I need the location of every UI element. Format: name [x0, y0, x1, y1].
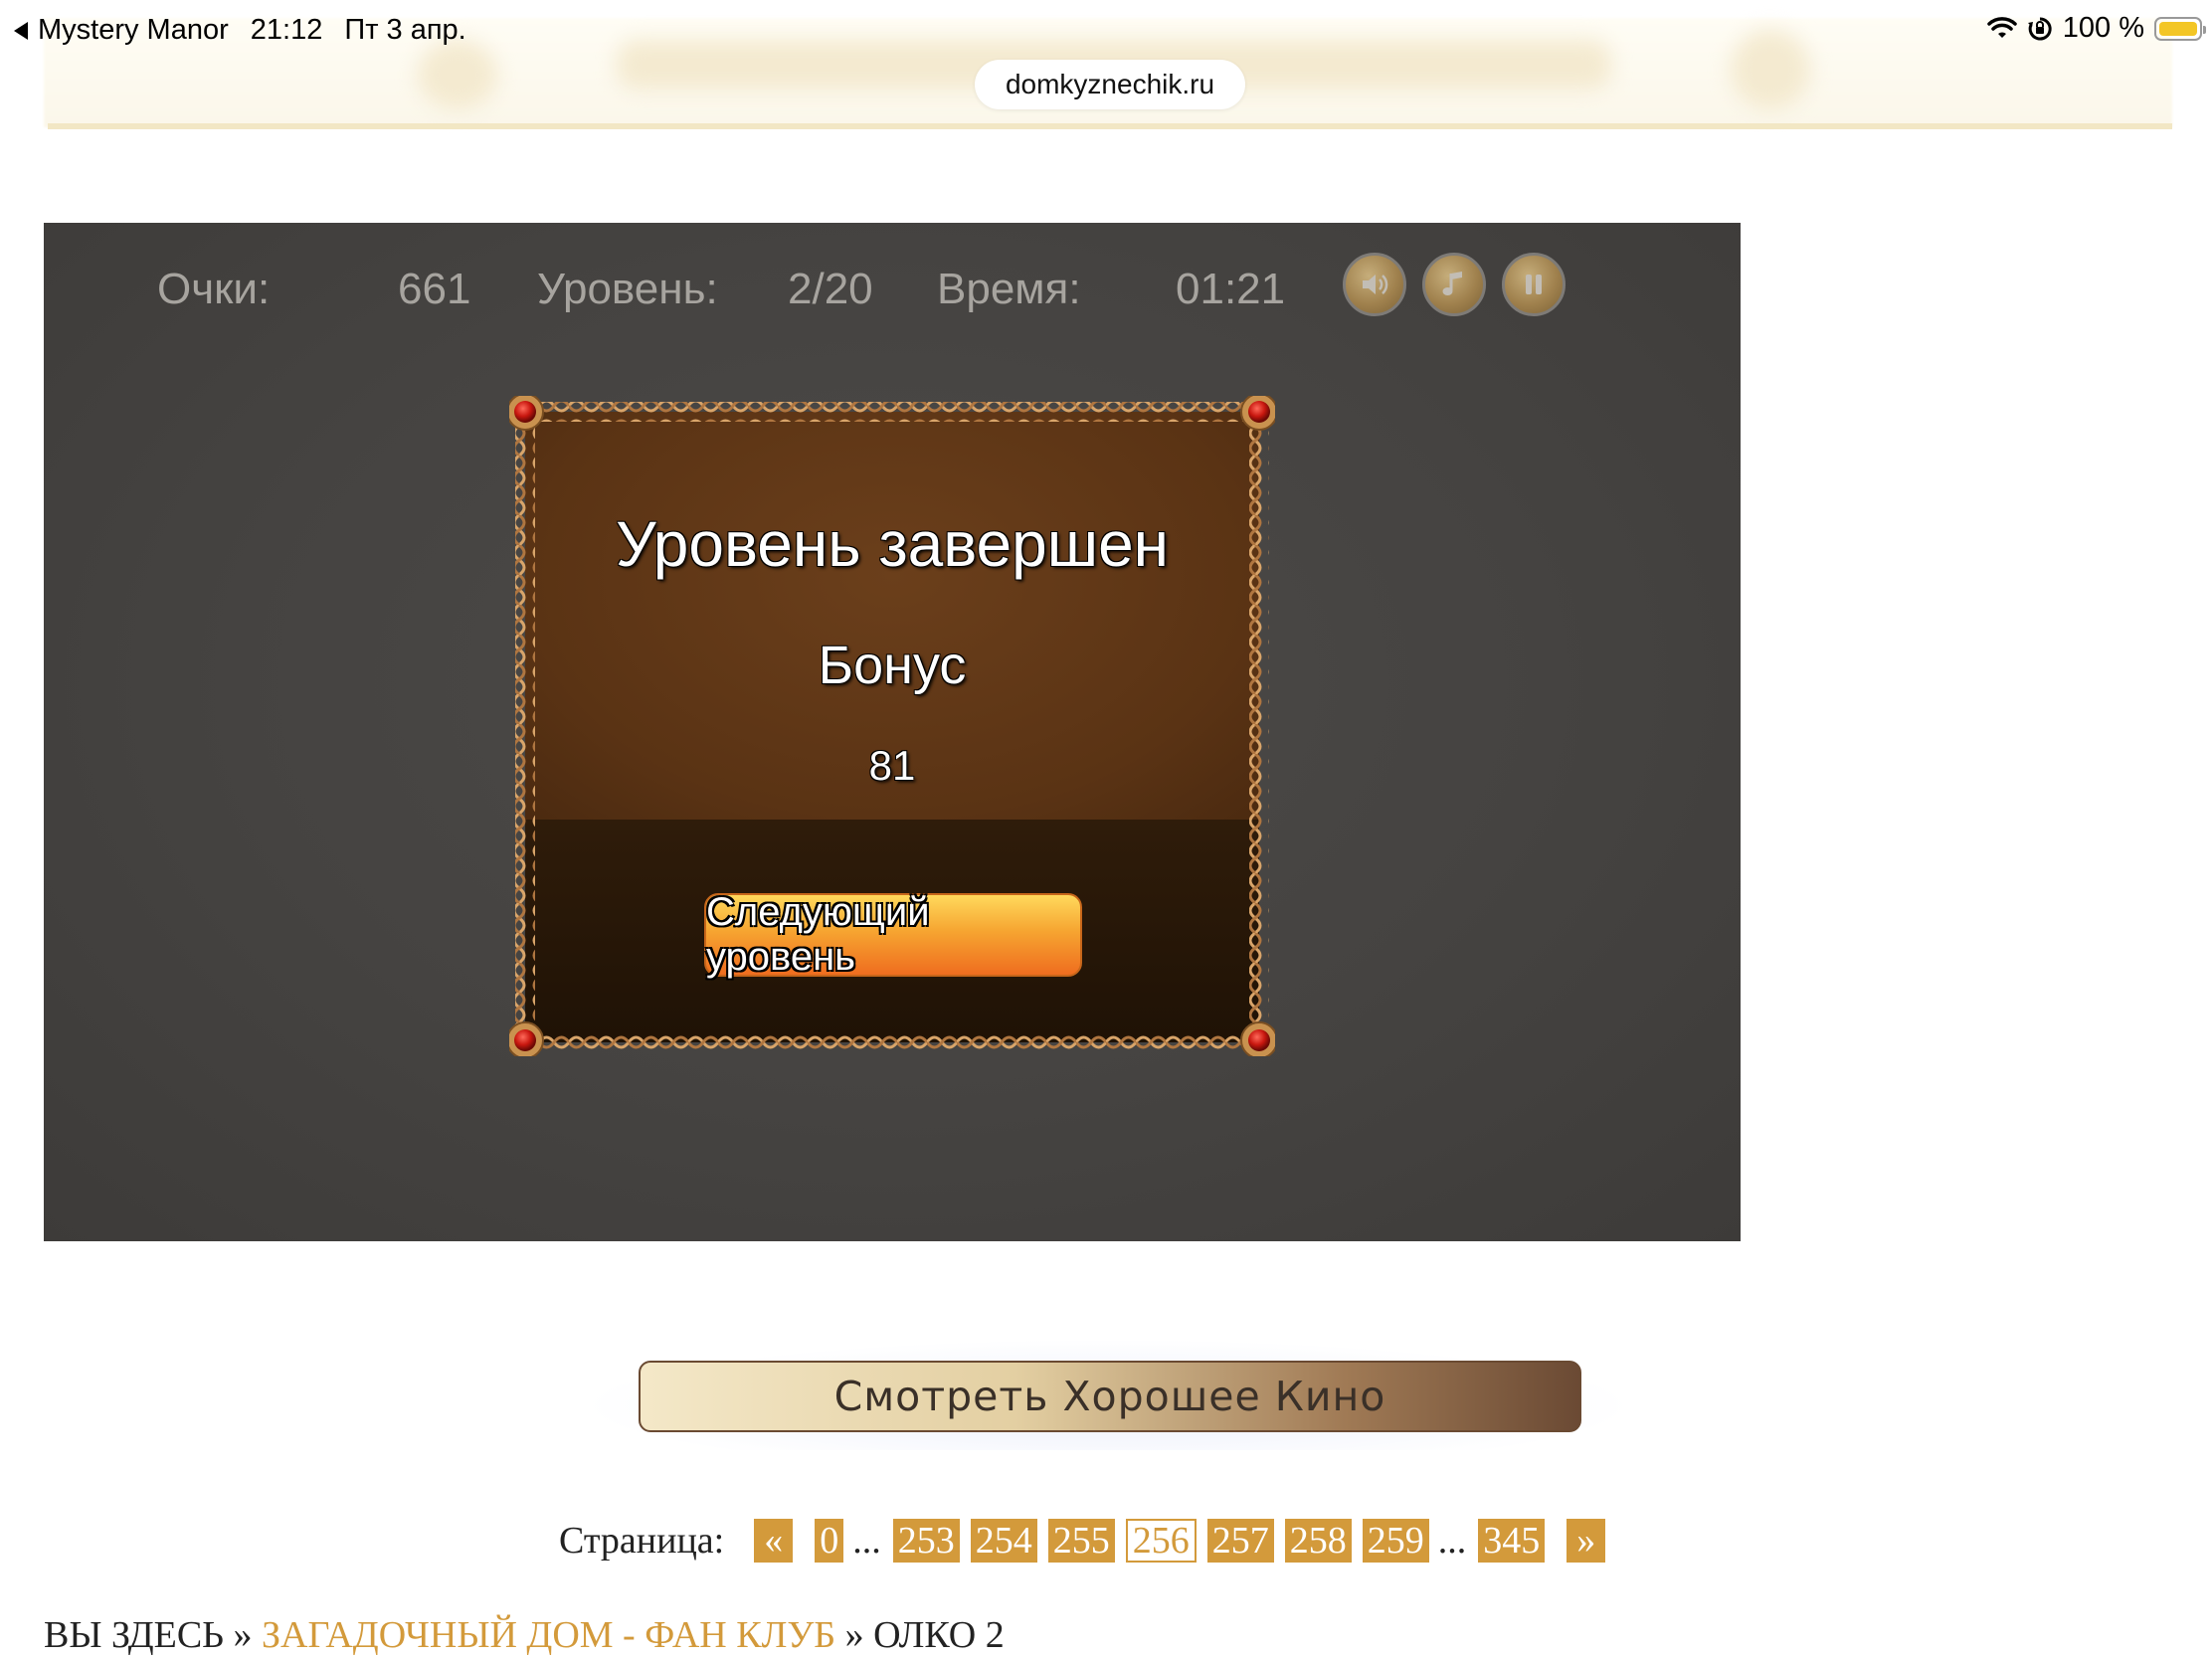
orientation-lock-icon [2027, 16, 2052, 40]
pagination-page[interactable]: 254 [970, 1519, 1037, 1563]
wifi-icon [1987, 16, 2017, 38]
speaker-icon [1363, 275, 1388, 294]
next-level-button[interactable]: Следующий уровень [704, 890, 1082, 979]
pagination-page[interactable]: 259 [1362, 1519, 1429, 1563]
time-value: 01:21 [1176, 265, 1286, 313]
pagination-page[interactable]: 0 [815, 1519, 844, 1563]
pagination-page[interactable]: 345 [1478, 1519, 1546, 1563]
breadcrumb-prefix: ВЫ ЗДЕСЬ [44, 1614, 225, 1656]
status-bar: Mystery Manor 21:12 Пт 3 апр. 100 % [0, 0, 2212, 62]
back-app-name: Mystery Manor [38, 14, 229, 46]
header-divider [48, 123, 2172, 129]
dialog-title: Уровень завершен [616, 508, 1169, 580]
pagination-page[interactable]: 257 [1206, 1519, 1274, 1563]
pagination-page[interactable]: 253 [892, 1519, 960, 1563]
breadcrumb-separator: » [233, 1614, 253, 1656]
score-label: Очки: [157, 265, 271, 313]
back-to-app[interactable]: Mystery Manor [14, 14, 229, 47]
music-button[interactable] [1422, 253, 1486, 316]
battery-icon [2154, 16, 2206, 41]
corner-gem [1240, 396, 1275, 431]
pagination-page[interactable]: 258 [1284, 1519, 1352, 1563]
pagination-prev[interactable]: « [754, 1519, 794, 1563]
corner-gem [1240, 1021, 1275, 1056]
pagination-ellipsis: ... [1437, 1520, 1467, 1562]
level-value: 2/20 [788, 265, 873, 313]
music-note-icon [1442, 272, 1462, 295]
battery-fill [2159, 21, 2197, 36]
corner-gem [509, 1021, 544, 1056]
bonus-label: Бонус [818, 636, 967, 695]
battery-percent: 100 % [2062, 12, 2144, 44]
time-label: Время: [937, 265, 1081, 313]
pagination-label: Страница: [559, 1520, 725, 1562]
pagination-page[interactable]: 255 [1047, 1519, 1115, 1563]
status-time: 21:12 [250, 14, 323, 46]
score-value: 661 [398, 265, 471, 313]
breadcrumb-current: ОЛКО 2 [873, 1614, 1005, 1656]
url-bar[interactable]: domkyznechik.ru [975, 60, 1245, 109]
pagination-next[interactable]: » [1567, 1519, 1606, 1563]
game-canvas[interactable]: Очки: 661 Уровень: 2/20 Время: 01:21 Уро… [44, 223, 1741, 1241]
bonus-value: 81 [868, 742, 916, 789]
pagination-current-page: 256 [1125, 1519, 1197, 1563]
watch-movies-button[interactable]: Смотреть Хорошее Кино [639, 1361, 1581, 1432]
url-text: domkyznechik.ru [1005, 69, 1215, 99]
back-triangle-icon [14, 21, 28, 40]
breadcrumb-separator: » [844, 1614, 864, 1656]
game-hud: Очки: 661 Уровень: 2/20 Время: 01:21 [44, 245, 1741, 316]
level-complete-dialog: Уровень завершен Бонус 81 Следующий уров… [509, 396, 1275, 1056]
level-label: Уровень: [537, 265, 718, 313]
breadcrumb-link-fan-club[interactable]: ЗАГАДОЧНЫЙ ДОМ - ФАН КЛУБ [262, 1614, 835, 1656]
breadcrumb: ВЫ ЗДЕСЬ » ЗАГАДОЧНЫЙ ДОМ - ФАН КЛУБ » О… [44, 1613, 1005, 1657]
pause-icon [1526, 275, 1542, 294]
pagination: Страница: « 0 ... 253 254 255 256 257 25… [559, 1516, 1627, 1566]
pause-button[interactable] [1502, 253, 1566, 316]
pagination-ellipsis: ... [852, 1520, 881, 1562]
sound-button[interactable] [1343, 253, 1406, 316]
status-date: Пт 3 апр. [344, 14, 466, 46]
battery-tip [2203, 25, 2206, 34]
corner-gem [509, 396, 544, 431]
